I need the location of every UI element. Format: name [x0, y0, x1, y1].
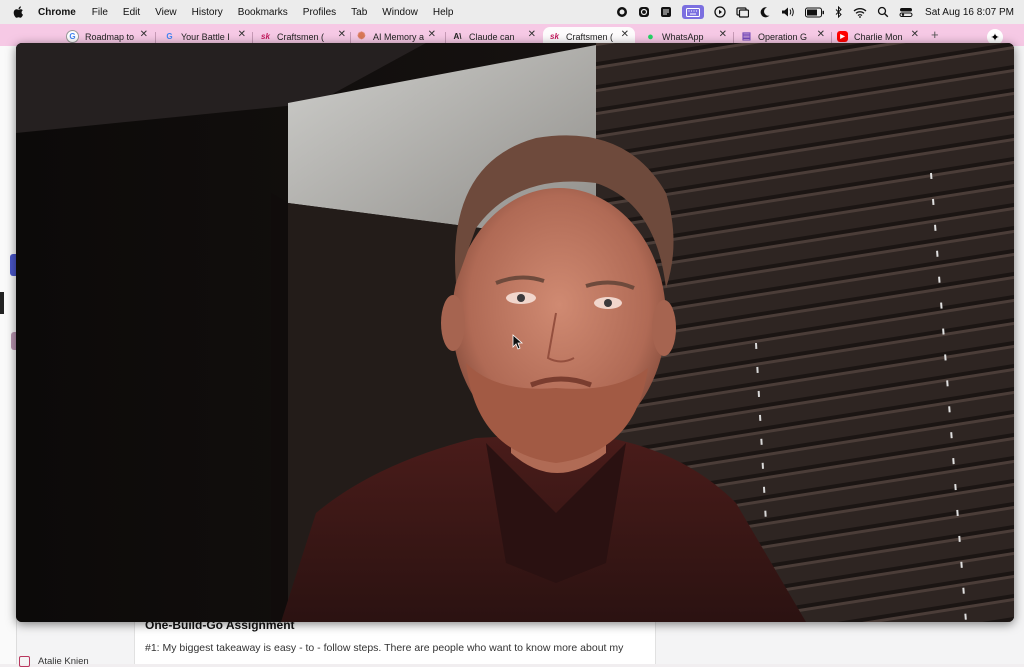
forms-icon: ▤ — [741, 31, 752, 42]
apple-icon[interactable] — [12, 5, 26, 19]
tab-title: Craftsmen ( — [566, 31, 614, 42]
ear — [441, 295, 465, 351]
moon-icon[interactable] — [759, 6, 771, 18]
menu-edit[interactable]: Edit — [123, 7, 140, 18]
webcam-frame — [16, 43, 1014, 622]
menu-file[interactable]: File — [92, 7, 108, 18]
tab-title: Roadmap to — [85, 31, 135, 42]
tab-title: Your Battle I — [181, 31, 230, 42]
close-icon[interactable]: ✕ — [238, 29, 246, 40]
close-icon[interactable]: ✕ — [911, 29, 919, 40]
door-edge — [271, 193, 288, 622]
status-area: Sat Aug 16 8:07 PM — [606, 0, 1014, 24]
menu-view[interactable]: View — [155, 7, 177, 18]
member-row[interactable]: Atalie Knien — [0, 654, 1024, 667]
close-icon[interactable]: ✕ — [428, 29, 436, 40]
member-name: Atalie Knien — [38, 656, 89, 667]
close-icon[interactable]: ✕ — [719, 29, 727, 40]
close-icon[interactable]: ✕ — [621, 29, 629, 40]
checkbox-icon[interactable] — [19, 656, 30, 667]
menu-profiles[interactable]: Profiles — [303, 7, 336, 18]
menu-help[interactable]: Help — [433, 7, 454, 18]
tab-title: Craftsmen ( — [277, 31, 325, 42]
tab-title: Charlie Mon — [854, 31, 903, 42]
close-icon[interactable]: ✕ — [528, 29, 536, 40]
screen-mirror-icon[interactable] — [736, 6, 750, 18]
menu-window[interactable]: Window — [382, 7, 418, 18]
close-icon[interactable]: ✕ — [140, 29, 148, 40]
skool-icon: sk — [261, 32, 270, 41]
notes-icon[interactable] — [660, 6, 672, 18]
left-sidebar — [0, 46, 17, 664]
google-icon: G — [66, 30, 79, 43]
tab-title: Claude can — [469, 31, 515, 42]
video-overlay[interactable] — [16, 43, 1014, 622]
whatsapp-icon: ● — [647, 30, 654, 43]
menu-bar: Chrome File Edit View History Bookmarks … — [0, 0, 1024, 24]
close-icon[interactable]: ✕ — [338, 29, 346, 40]
control-center-icon[interactable] — [899, 6, 913, 18]
tab-separator — [733, 32, 734, 43]
claude-icon: ✺ — [357, 31, 366, 42]
tab-separator — [831, 32, 832, 43]
menu-app-name[interactable]: Chrome — [38, 7, 76, 18]
tab-title: WhatsApp — [662, 31, 704, 42]
tab-title: Operation G — [758, 31, 808, 42]
sidebar-accent — [0, 292, 4, 314]
pupil — [517, 294, 525, 302]
close-icon[interactable]: ✕ — [817, 29, 825, 40]
volume-icon[interactable] — [781, 6, 795, 18]
play-circle-icon[interactable] — [714, 6, 726, 18]
skool-icon: sk — [550, 32, 559, 41]
tab-separator — [155, 32, 156, 43]
tab-separator — [252, 32, 253, 43]
menu-clock[interactable]: Sat Aug 16 8:07 PM — [925, 7, 1014, 18]
record-icon[interactable] — [616, 6, 628, 18]
post-body: #1: My biggest takeaway is easy - to - f… — [145, 642, 624, 654]
spotlight-search-icon[interactable] — [877, 6, 889, 18]
battery-icon — [805, 7, 825, 18]
tab-separator — [445, 32, 446, 43]
menu-tab[interactable]: Tab — [351, 7, 367, 18]
keyboard-icon[interactable] — [682, 5, 705, 19]
tab-title: AI Memory a — [373, 31, 425, 42]
wifi-icon[interactable] — [853, 7, 867, 18]
menu-history[interactable]: History — [192, 7, 223, 18]
new-tab-icon[interactable]: + — [931, 27, 939, 42]
anthropic-icon: A\ — [453, 32, 462, 41]
pupil — [604, 299, 612, 307]
menu-bookmarks[interactable]: Bookmarks — [238, 7, 288, 18]
bluetooth-icon[interactable] — [835, 6, 843, 18]
youtube-icon: ▶ — [837, 31, 848, 42]
google-icon: G — [166, 32, 173, 41]
tab-separator — [350, 32, 351, 43]
chatgpt-icon[interactable] — [638, 6, 650, 18]
ear — [652, 300, 676, 356]
